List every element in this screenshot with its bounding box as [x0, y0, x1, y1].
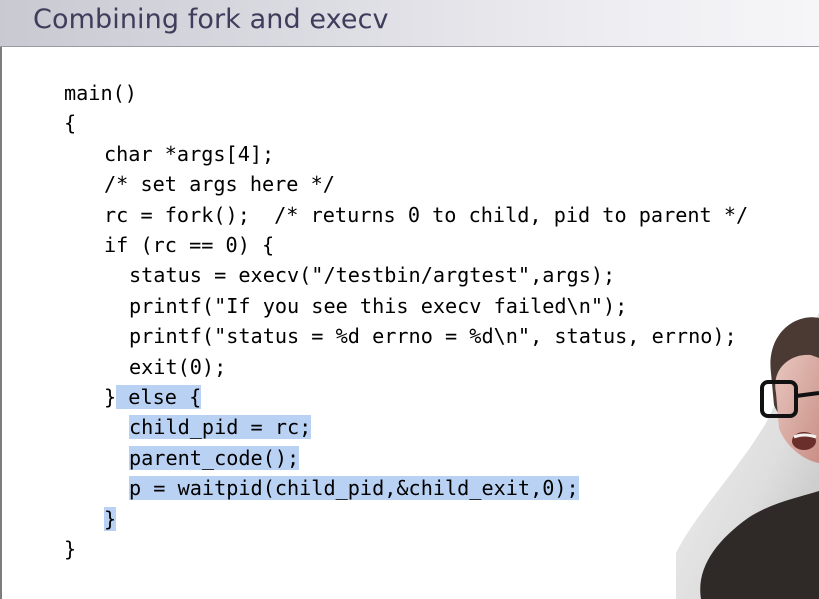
code-text: exit(0);: [129, 354, 227, 379]
code-selection-highlight: parent_code();: [129, 445, 300, 470]
code-line: parent_code();: [129, 443, 300, 473]
code-text: status = execv("/testbin/argtest",args);: [129, 263, 616, 288]
code-line: exit(0);: [129, 352, 226, 382]
code-text: }: [104, 385, 117, 409]
code-text: printf("If you see this execv failed\n")…: [129, 293, 628, 318]
slide-left-border: [0, 0, 2, 599]
code-selection-highlight: }: [104, 506, 117, 531]
code-line: rc = fork(); /* returns 0 to child, pid …: [104, 200, 748, 230]
code-selection-highlight: child_pid = rc;: [129, 415, 312, 440]
code-text: char *args[4];: [104, 141, 275, 166]
code-selection-highlight: else {: [116, 385, 202, 409]
code-line: status = execv("/testbin/argtest",args);: [129, 260, 615, 290]
code-line: /* set args here */: [104, 169, 335, 199]
slide-title-bar: Combining fork and execv: [0, 0, 819, 47]
code-text: /* set args here */: [104, 172, 335, 197]
code-line: if (rc == 0) {: [104, 230, 274, 260]
webcam-overlay: [676, 313, 819, 599]
code-line: {: [64, 108, 76, 138]
code-selection-highlight: p = waitpid(child_pid,&child_exit,0);: [129, 476, 579, 501]
code-text: rc = fork(); /* returns 0 to child, pid …: [104, 202, 749, 227]
code-line: p = waitpid(child_pid,&child_exit,0);: [129, 473, 579, 503]
code-line: printf("status = %d errno = %d\n", statu…: [129, 321, 737, 351]
code-line: char *args[4];: [104, 139, 274, 169]
code-text: if (rc == 0) {: [104, 233, 275, 257]
code-line: child_pid = rc;: [129, 412, 312, 442]
code-line: printf("If you see this execv failed\n")…: [129, 291, 627, 321]
code-line: }: [104, 504, 117, 534]
code-text: {: [64, 111, 77, 136]
code-text: }: [64, 537, 77, 561]
code-text: printf("status = %d errno = %d\n", statu…: [129, 324, 737, 349]
code-text: main(): [64, 81, 137, 105]
code-line: }: [64, 534, 76, 564]
slide-title: Combining fork and execv: [33, 4, 389, 35]
code-line: main(): [64, 78, 137, 108]
code-line: } else {: [104, 382, 202, 412]
